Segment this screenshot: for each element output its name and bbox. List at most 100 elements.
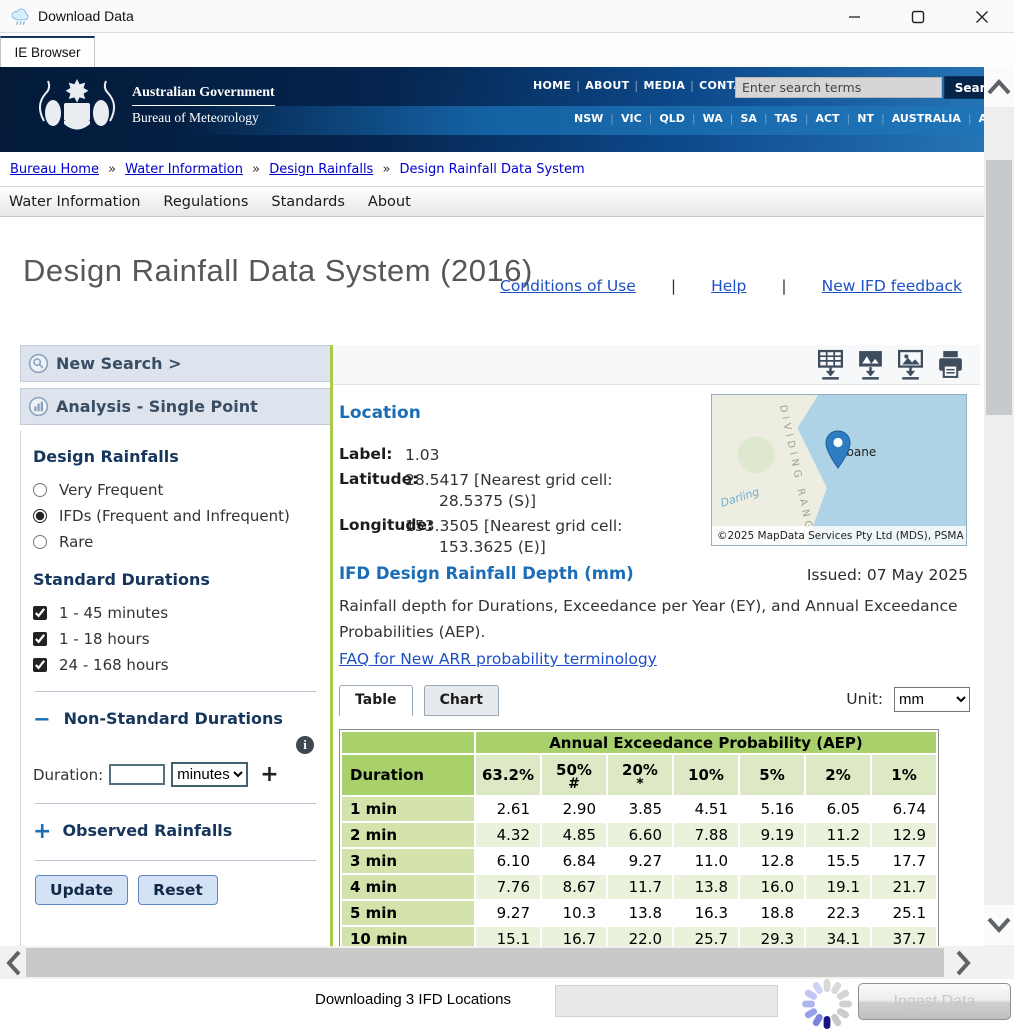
separator: | [847,112,851,125]
menu-item[interactable]: Water Information [9,194,140,210]
info-icon[interactable] [296,736,314,754]
page-link[interactable]: Conditions of Use [500,277,636,295]
state-nav-item[interactable]: ACT [813,112,841,125]
separator: » [248,162,264,177]
value-cell: 2.61 [476,797,540,821]
state-nav-item[interactable]: AUSTRALIA [890,112,963,125]
update-button[interactable]: Update [35,875,128,905]
scroll-down-button[interactable] [984,905,1014,945]
close-button[interactable] [950,0,1014,33]
value-cell: 9.27 [476,901,540,925]
value-cell: 6.60 [608,823,672,847]
page-link[interactable]: Help [711,277,746,295]
duration-cell: 1 min [342,797,474,821]
radio-input[interactable] [33,535,47,549]
divider [35,860,316,861]
value-cell: 6.05 [806,797,870,821]
menu-item[interactable]: Regulations [163,194,248,210]
longitude-key: Longitude: [339,516,433,534]
download-chart-icon[interactable] [857,349,884,380]
value-cell: 6.74 [872,797,936,821]
horizontal-scrollbar[interactable] [0,946,1014,979]
duration-input[interactable] [109,764,165,785]
state-nav-item[interactable]: NSW [572,112,605,125]
maximize-icon [911,10,925,24]
checkbox-label: 24 - 168 hours [59,656,169,674]
value-cell: 12.9 [872,823,936,847]
unit-box: Unit: mm [846,687,970,712]
standard-durations-options: 1 - 45 minutes1 - 18 hours24 - 168 hours [33,603,318,675]
state-nav-item[interactable]: NT [855,112,876,125]
checkbox-input[interactable] [33,632,47,646]
search-input[interactable] [735,77,942,98]
tab-ie-browser[interactable]: IE Browser [0,36,95,67]
value-cell: 9.27 [608,849,672,873]
radio-input[interactable] [33,483,47,497]
ingest-data-button[interactable]: Ingest Data [858,983,1011,1020]
analysis-single-point-header[interactable]: Analysis - Single Point [20,388,331,425]
download-table-icon[interactable] [817,349,844,380]
observed-rainfalls-section: + Observed Rainfalls [33,818,318,844]
breadcrumb-link[interactable]: Bureau Home [10,162,99,177]
state-nav-item[interactable]: WA [701,112,725,125]
radio-input[interactable] [33,509,47,523]
reset-button[interactable]: Reset [138,875,218,905]
vertical-scrollbar[interactable] [984,67,1014,946]
value-cell: 4.32 [476,823,540,847]
utility-nav-item[interactable]: ABOUT [585,79,629,92]
value-cell: 18.8 [740,901,804,925]
menu-item[interactable]: About [368,194,411,210]
tab-table[interactable]: Table [339,685,413,716]
checkbox-input[interactable] [33,606,47,620]
status-message: Downloading 3 IFD Locations [315,991,511,1008]
minimize-button[interactable] [822,0,886,33]
value-cell: 16.3 [674,901,738,925]
scroll-right-button[interactable] [950,946,976,979]
page-title: Design Rainfall Data System (2016) [23,253,533,289]
menu-item[interactable]: Standards [271,194,345,210]
value-cell: 5.16 [740,797,804,821]
table-row: 1 min2.612.903.854.515.166.056.74 [342,797,936,821]
vertical-scroll-thumb[interactable] [986,160,1012,415]
state-nav-item[interactable]: SA [738,112,758,125]
expand-icon[interactable]: + [33,819,51,844]
state-nav-item[interactable]: QLD [657,112,687,125]
scroll-up-button[interactable] [984,67,1014,107]
collapse-icon[interactable]: − [33,707,51,731]
duration-label: Duration: [33,766,103,784]
design-rainfalls-options: Very FrequentIFDs (Frequent and Infreque… [33,480,318,552]
sidebar: New Search > Analysis - Single Point Des… [20,345,331,946]
tab-chart[interactable]: Chart [424,685,499,716]
utility-nav-item[interactable]: MEDIA [643,79,685,92]
utility-nav-item[interactable]: HOME [533,79,571,92]
standard-durations-heading: Standard Durations [33,570,318,589]
loading-spinner-icon [799,976,855,1032]
duration-cell: 3 min [342,849,474,873]
status-bar: Downloading 3 IFD Locations Ingest Data [0,979,1014,1022]
duration-header: Duration [342,755,474,795]
page-link[interactable]: New IFD feedback [822,277,962,295]
location-map[interactable]: T DIVIDING RANGE Darling sbane ©2025 Map… [711,394,967,546]
add-duration-button[interactable]: + [260,762,278,787]
table-row: 10 min15.116.722.025.729.334.137.7 [342,927,936,946]
new-search-button[interactable]: New Search > [20,345,331,382]
observed-rainfalls-heading: Observed Rainfalls [62,821,232,840]
aep-column-header: 20%* [608,755,672,795]
scroll-left-button[interactable] [0,946,26,979]
unit-select[interactable]: mm [894,687,970,712]
value-cell: 16.0 [740,875,804,899]
duration-unit-select[interactable]: minutes [171,762,248,787]
state-nav-item[interactable]: VIC [619,112,644,125]
breadcrumb-link[interactable]: Design Rainfalls [269,162,373,177]
faq-link[interactable]: FAQ for New ARR probability terminology [339,650,657,668]
breadcrumb-link[interactable]: Water Information [125,162,243,177]
location-longitude-row: Longitude: 153.3505 [Nearest grid cell: … [339,516,699,557]
state-nav-item[interactable]: TAS [773,112,800,125]
horizontal-scroll-thumb[interactable] [26,948,944,977]
checkbox-input[interactable] [33,658,47,672]
download-image-icon[interactable] [897,349,924,380]
maximize-button[interactable] [886,0,950,33]
print-icon[interactable] [937,349,964,380]
value-cell: 4.51 [674,797,738,821]
chevron-up-icon [987,79,1011,95]
